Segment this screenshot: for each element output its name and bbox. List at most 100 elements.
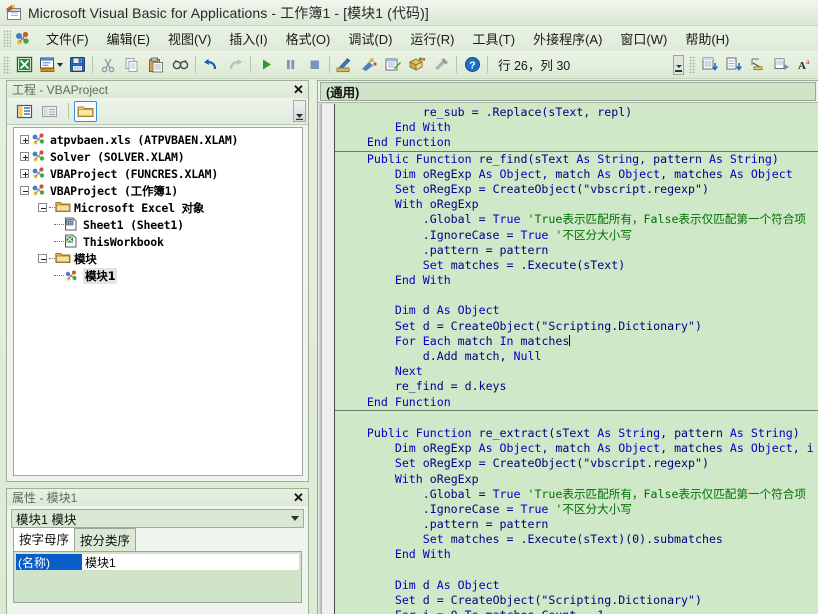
expand-toggle-icon[interactable] bbox=[20, 135, 29, 144]
expand-toggle-icon[interactable] bbox=[20, 169, 29, 178]
reset-icon[interactable] bbox=[303, 54, 325, 76]
project-toolbar-overflow[interactable] bbox=[293, 100, 306, 122]
collapse-toggle-icon[interactable] bbox=[38, 203, 47, 212]
toolbar-overflow-spinner[interactable] bbox=[673, 55, 684, 75]
copy-icon[interactable] bbox=[121, 54, 143, 76]
code-line[interactable]: d.Add match, Null bbox=[335, 349, 818, 364]
code-line[interactable]: .IgnoreCase = True '不区分大小写 bbox=[335, 228, 818, 243]
menu-run[interactable]: 运行(R) bbox=[401, 26, 463, 51]
menu-debug[interactable]: 调试(D) bbox=[339, 26, 401, 51]
cut-icon[interactable] bbox=[97, 54, 119, 76]
code-line[interactable]: End Function bbox=[335, 135, 818, 150]
insert-userform-icon[interactable] bbox=[37, 54, 59, 76]
object-browser-icon[interactable] bbox=[406, 54, 428, 76]
code-line[interactable]: Public Function re_extract(sText As Stri… bbox=[335, 426, 818, 441]
toolbar-grip-2[interactable] bbox=[689, 56, 696, 74]
tree-item-module1[interactable]: 模块1 bbox=[16, 267, 302, 284]
project-tree[interactable]: atpvbaen.xls (ATPVBAEN.XLAM) Solver (SOL… bbox=[13, 127, 303, 476]
view-code-icon[interactable] bbox=[13, 101, 36, 122]
code-line[interactable]: .Global = True 'True表示匹配所有，False表示仅匹配第一个… bbox=[335, 487, 818, 502]
code-line[interactable]: End Function bbox=[335, 395, 818, 410]
menu-file[interactable]: 文件(F) bbox=[37, 26, 98, 51]
code-line[interactable]: .IgnoreCase = True '不区分大小写 bbox=[335, 502, 818, 517]
code-line[interactable] bbox=[335, 411, 818, 426]
toggle-folders-icon[interactable] bbox=[74, 101, 97, 122]
collapse-toggle-icon[interactable] bbox=[38, 254, 47, 263]
code-line[interactable] bbox=[335, 288, 818, 303]
tree-item-solver[interactable]: Solver (SOLVER.XLAM) bbox=[16, 148, 302, 165]
paste-icon[interactable] bbox=[145, 54, 167, 76]
toolbox-icon[interactable] bbox=[430, 54, 452, 76]
menu-view[interactable]: 视图(V) bbox=[159, 26, 220, 51]
collapse-toggle-icon[interactable] bbox=[20, 186, 29, 195]
step-over-icon[interactable] bbox=[723, 54, 745, 76]
close-icon[interactable]: ✕ bbox=[291, 491, 306, 505]
menu-edit[interactable]: 编辑(E) bbox=[98, 26, 159, 51]
code-line[interactable]: Set matches = .Execute(sText) bbox=[335, 258, 818, 273]
code-line[interactable]: For i = 0 To matches.Count - 1 bbox=[335, 608, 818, 614]
code-line[interactable]: Dim d As Object bbox=[335, 303, 818, 318]
code-line[interactable]: For Each match In matches bbox=[335, 334, 818, 349]
code-line[interactable]: re_find = d.keys bbox=[335, 379, 818, 394]
code-line[interactable]: Dim oRegExp As Object, match As Object, … bbox=[335, 167, 818, 182]
menu-addins[interactable]: 外接程序(A) bbox=[524, 26, 611, 51]
code-line[interactable]: Public Function re_find(sText As String,… bbox=[335, 152, 818, 167]
step-into-icon[interactable] bbox=[699, 54, 721, 76]
code-line[interactable]: Set d = CreateObject("Scripting.Dictiona… bbox=[335, 593, 818, 608]
design-mode-icon[interactable] bbox=[334, 54, 356, 76]
locals-window-icon[interactable] bbox=[771, 54, 793, 76]
tree-item-atpvbaen[interactable]: atpvbaen.xls (ATPVBAEN.XLAM) bbox=[16, 131, 302, 148]
code-line[interactable]: End With bbox=[335, 273, 818, 288]
code-line[interactable]: .Global = True 'True表示匹配所有，False表示仅匹配第一个… bbox=[335, 212, 818, 227]
chevron-down-icon[interactable] bbox=[287, 510, 303, 527]
code-line[interactable]: End With bbox=[335, 547, 818, 562]
tab-categorized[interactable]: 按分类序 bbox=[74, 528, 136, 551]
tree-item-vbaproject-book1[interactable]: VBAProject (工作簿1) bbox=[16, 182, 302, 199]
property-value-cell[interactable]: 模块1 bbox=[82, 554, 299, 570]
properties-grid[interactable]: (名称) 模块1 bbox=[13, 551, 302, 603]
step-out-icon[interactable] bbox=[747, 54, 769, 76]
find-icon[interactable] bbox=[169, 54, 191, 76]
close-icon[interactable]: ✕ bbox=[291, 83, 306, 97]
project-explorer-icon[interactable] bbox=[358, 54, 380, 76]
tree-item-thisworkbook[interactable]: ThisWorkbook bbox=[16, 233, 302, 250]
code-margin-indicator-bar[interactable] bbox=[322, 104, 335, 614]
code-line[interactable]: Set d = CreateObject("Scripting.Dictiona… bbox=[335, 319, 818, 334]
code-line[interactable]: Set oRegExp = CreateObject("vbscript.reg… bbox=[335, 456, 818, 471]
break-icon[interactable] bbox=[279, 54, 301, 76]
menu-help[interactable]: 帮助(H) bbox=[676, 26, 738, 51]
object-dropdown[interactable]: (通用) bbox=[320, 82, 816, 101]
code-line[interactable]: re_sub = .Replace(sText, repl) bbox=[335, 105, 818, 120]
menubar-grip[interactable] bbox=[3, 30, 11, 47]
menu-format[interactable]: 格式(O) bbox=[277, 26, 340, 51]
redo-icon[interactable] bbox=[224, 54, 246, 76]
run-icon[interactable] bbox=[255, 54, 277, 76]
font-icon[interactable]: A a bbox=[795, 54, 817, 76]
menu-tools[interactable]: 工具(T) bbox=[463, 26, 524, 51]
property-row[interactable]: (名称) 模块1 bbox=[16, 554, 299, 570]
code-line[interactable]: Next bbox=[335, 364, 818, 379]
code-line[interactable]: With oRegExp bbox=[335, 472, 818, 487]
code-line[interactable]: Dim oRegExp As Object, match As Object, … bbox=[335, 441, 818, 456]
undo-icon[interactable] bbox=[200, 54, 222, 76]
help-icon[interactable]: ? bbox=[461, 54, 483, 76]
tree-item-sheet1[interactable]: Sheet1 (Sheet1) bbox=[16, 216, 302, 233]
code-line[interactable]: End With bbox=[335, 120, 818, 135]
view-excel-icon[interactable] bbox=[13, 54, 35, 76]
save-icon[interactable] bbox=[66, 54, 88, 76]
tree-item-funcres[interactable]: VBAProject (FUNCRES.XLAM) bbox=[16, 165, 302, 182]
tree-item-modules-folder[interactable]: 模块 bbox=[16, 250, 302, 267]
tree-item-excel-objects[interactable]: Microsoft Excel 对象 bbox=[16, 199, 302, 216]
code-text-area[interactable]: re_sub = .Replace(sText, repl) End With … bbox=[335, 104, 818, 614]
code-line[interactable]: Set oRegExp = CreateObject("vbscript.reg… bbox=[335, 182, 818, 197]
properties-window-icon[interactable] bbox=[382, 54, 404, 76]
code-line[interactable] bbox=[335, 563, 818, 578]
view-object-icon[interactable] bbox=[38, 101, 61, 122]
code-line[interactable]: With oRegExp bbox=[335, 197, 818, 212]
toolbar-grip[interactable] bbox=[3, 56, 10, 74]
code-line[interactable]: .pattern = pattern bbox=[335, 243, 818, 258]
menu-window[interactable]: 窗口(W) bbox=[611, 26, 676, 51]
code-line[interactable]: Set matches = .Execute(sText)(0).submatc… bbox=[335, 532, 818, 547]
code-line[interactable]: Dim d As Object bbox=[335, 578, 818, 593]
tab-alphabetic[interactable]: 按字母序 bbox=[13, 527, 75, 551]
